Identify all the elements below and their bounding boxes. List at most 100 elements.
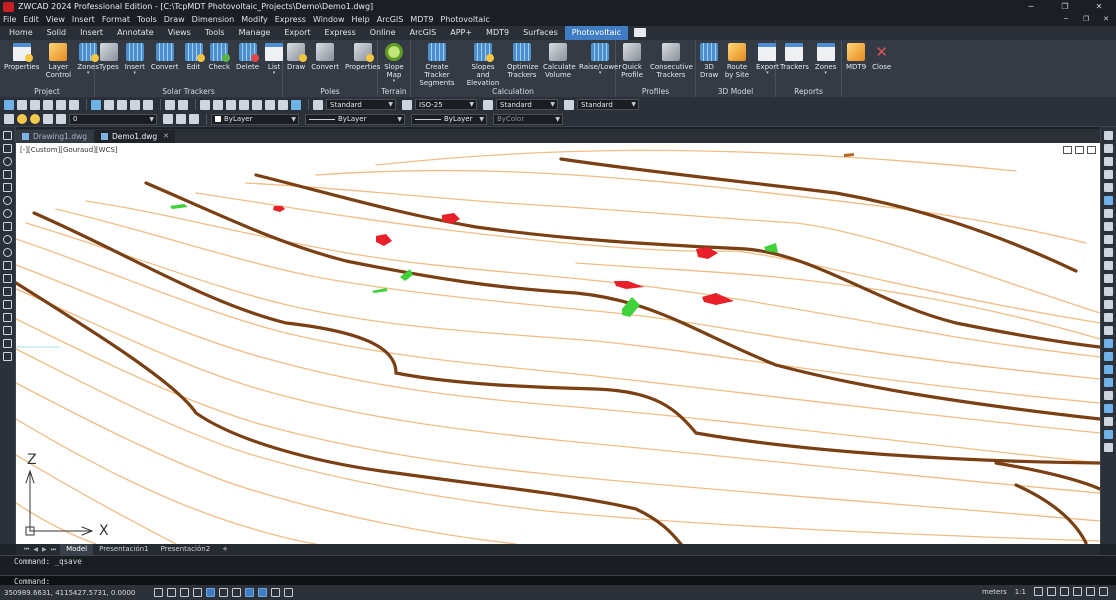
poles-convert-button[interactable]: Convert: [308, 43, 342, 71]
undo-icon[interactable]: [165, 99, 175, 110]
tab-solid[interactable]: Solid: [40, 26, 74, 40]
line-tool-icon[interactable]: [3, 131, 12, 140]
print-preview-icon[interactable]: [69, 99, 79, 110]
tab-home[interactable]: Home: [2, 26, 40, 40]
dim-style-select[interactable]: ISO-25 ▼: [415, 99, 477, 110]
ducs-toggle-icon[interactable]: [232, 588, 241, 597]
stretch-tool-icon[interactable]: [1104, 235, 1113, 244]
polar-toggle-icon[interactable]: [193, 588, 202, 597]
save-icon[interactable]: [30, 99, 40, 110]
menu-draw[interactable]: Draw: [164, 15, 185, 24]
text-style-select[interactable]: Standard ▼: [326, 99, 396, 110]
grid-toggle-icon[interactable]: [154, 588, 163, 597]
tab-mdt9[interactable]: MDT9: [479, 26, 516, 40]
snap-tool-icon[interactable]: [1104, 339, 1113, 348]
maximize-button[interactable]: ❐: [1048, 0, 1082, 13]
redo-icon[interactable]: [178, 99, 188, 110]
layout-tab-presentacion2[interactable]: Presentación2: [155, 544, 217, 555]
tracker-delete-button[interactable]: Delete: [233, 43, 262, 71]
add-layout-button[interactable]: +: [216, 544, 234, 555]
menu-format[interactable]: Format: [102, 15, 130, 24]
zoom-realtime-icon[interactable]: [213, 99, 223, 110]
osnap-toggle-icon[interactable]: [206, 588, 215, 597]
tab-manage[interactable]: Manage: [232, 26, 278, 40]
osnap-center-icon[interactable]: [1104, 378, 1113, 387]
break-tool-icon[interactable]: [1104, 274, 1113, 283]
viewport-minimize-icon[interactable]: [1063, 146, 1072, 154]
gradient-tool-icon[interactable]: [3, 313, 12, 322]
spline-tool-icon[interactable]: [3, 222, 12, 231]
pan-icon[interactable]: [200, 99, 210, 110]
layout-tab-presentacion1[interactable]: Presentación1: [93, 544, 155, 555]
menu-window[interactable]: Window: [313, 15, 345, 24]
trim-tool-icon[interactable]: [1104, 248, 1113, 257]
slope-map-button[interactable]: Slope Map ▾: [379, 43, 409, 84]
linetype-select[interactable]: ByLayer ▼: [305, 113, 405, 125]
print-icon[interactable]: [56, 99, 66, 110]
xline-tool-icon[interactable]: [3, 144, 12, 153]
hatch-tool-icon[interactable]: [3, 300, 12, 309]
workspace-icon[interactable]: [1047, 587, 1056, 596]
close-window-button[interactable]: ✕: [1082, 0, 1116, 13]
quick-profile-button[interactable]: Quick Profile: [617, 43, 647, 79]
lock-icon[interactable]: [1060, 587, 1069, 596]
osnap-quadrant-icon[interactable]: [1104, 404, 1113, 413]
next-layout-icon[interactable]: ▶: [42, 546, 47, 553]
plotstyle-select[interactable]: ByColor ▼: [493, 113, 563, 125]
mdt9-button[interactable]: MDT9: [843, 43, 869, 71]
menu-edit[interactable]: Edit: [23, 15, 39, 24]
doc-tab-demo1[interactable]: Demo1.dwg ✕: [95, 130, 175, 143]
drawing-viewport[interactable]: [-][Custom][Gouraud][WCS] Z X: [16, 143, 1100, 544]
design-center-icon[interactable]: [265, 99, 275, 110]
tab-photovoltaic[interactable]: Photovoltaic: [564, 26, 629, 40]
hardware-acceleration-icon[interactable]: [1073, 587, 1082, 596]
menu-mdt9[interactable]: MDT9: [410, 15, 433, 24]
layer-color-icon[interactable]: [56, 114, 66, 124]
tab-insert[interactable]: Insert: [73, 26, 110, 40]
optimize-trackers-button[interactable]: Optimize Trackers: [504, 43, 540, 79]
publish-icon[interactable]: [91, 99, 101, 110]
properties-palette-icon[interactable]: [252, 99, 262, 110]
ribbon-toggle-icon[interactable]: [634, 28, 647, 37]
close-tab-icon[interactable]: ✕: [163, 130, 169, 143]
ellipse-arc-tool-icon[interactable]: [3, 248, 12, 257]
layout-tab-model[interactable]: Model: [60, 544, 94, 555]
region-tool-icon[interactable]: [3, 326, 12, 335]
tab-views[interactable]: Views: [161, 26, 198, 40]
point-tool-icon[interactable]: [3, 287, 12, 296]
route-by-site-button[interactable]: Route by Site: [721, 43, 753, 79]
lineweight-select[interactable]: ByLayer ▼: [411, 113, 487, 125]
customization-menu-icon[interactable]: [1099, 587, 1108, 596]
paste-icon[interactable]: [130, 99, 140, 110]
rectangle-tool-icon[interactable]: [3, 183, 12, 192]
rotate-tool-icon[interactable]: [1104, 209, 1113, 218]
slopes-elevation-button[interactable]: Slopes and Elevation: [462, 43, 504, 87]
tab-online[interactable]: Online: [363, 26, 403, 40]
move-tool-icon[interactable]: [1104, 196, 1113, 205]
consecutive-trackers-button[interactable]: Consecutive Trackers: [647, 43, 695, 79]
layer-select[interactable]: 0 ▼: [69, 113, 157, 125]
menu-modify[interactable]: Modify: [241, 15, 268, 24]
help-icon[interactable]: [291, 99, 301, 110]
layer-isolate-icon[interactable]: [189, 114, 199, 124]
calculate-volume-button[interactable]: Calculate Volume: [540, 43, 576, 79]
annotation-scale-select[interactable]: 1:1: [1015, 588, 1026, 596]
prev-layout-icon[interactable]: ◀: [33, 546, 38, 553]
first-layout-icon[interactable]: ⏮: [24, 546, 29, 554]
tab-tools[interactable]: Tools: [198, 26, 232, 40]
tracker-convert-button[interactable]: Convert: [148, 43, 182, 71]
tracker-check-button[interactable]: Check: [206, 43, 234, 71]
tracker-edit-button[interactable]: Edit: [182, 43, 206, 71]
units-select[interactable]: meters: [982, 588, 1007, 596]
project-properties-button[interactable]: Properties: [1, 43, 42, 71]
poles-draw-button[interactable]: Draw: [284, 43, 308, 71]
osnap-nearest-icon[interactable]: [1104, 443, 1113, 452]
osnap-intersection-icon[interactable]: [1104, 417, 1113, 426]
ortho-toggle-icon[interactable]: [180, 588, 189, 597]
open-file-icon[interactable]: [17, 99, 27, 110]
clean-screen-icon[interactable]: [1086, 587, 1095, 596]
zoom-window-icon[interactable]: [226, 99, 236, 110]
copy-tool-icon[interactable]: [1104, 144, 1113, 153]
menu-arcgis[interactable]: ArcGIS: [377, 15, 404, 24]
menu-dimension[interactable]: Dimension: [192, 15, 235, 24]
